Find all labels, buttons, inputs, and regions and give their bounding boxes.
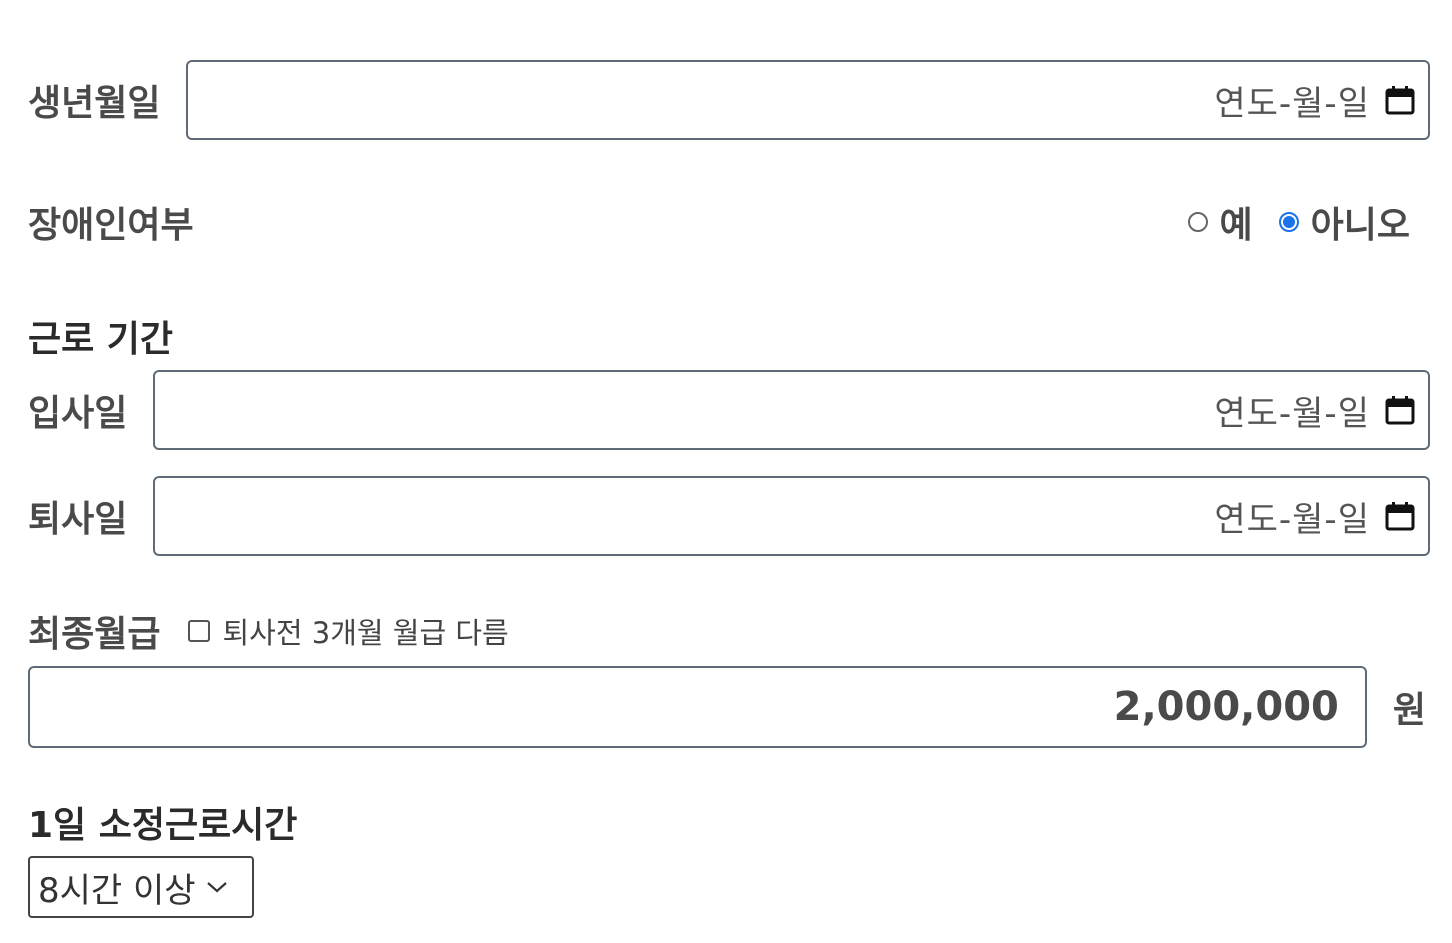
end-date-label: 퇴사일 bbox=[28, 499, 128, 540]
end-date-input[interactable]: 연도-월-일 bbox=[153, 476, 1430, 556]
radio-yes[interactable] bbox=[1187, 212, 1208, 232]
daily-hours-selected: 8시간 이상 bbox=[38, 870, 196, 911]
birth-date-input[interactable]: 연도-월-일 bbox=[186, 60, 1430, 140]
salary-differs-checkbox[interactable] bbox=[188, 620, 211, 642]
start-date-label: 입사일 bbox=[28, 393, 128, 434]
radio-no-label[interactable]: 아니오 bbox=[1311, 196, 1410, 248]
daily-hours-heading: 1일 소정근로시간 bbox=[28, 805, 298, 846]
start-date-placeholder: 연도-월-일 bbox=[1214, 393, 1370, 434]
start-date-row: 입사일 연도-월-일 bbox=[28, 370, 1430, 450]
radio-selected-dot bbox=[1282, 216, 1295, 228]
birth-date-placeholder: 연도-월-일 bbox=[1214, 83, 1370, 124]
salary-input[interactable]: 2,000,000 bbox=[28, 666, 1367, 748]
currency-unit: 원 bbox=[1392, 690, 1426, 731]
start-date-input[interactable]: 연도-월-일 bbox=[153, 370, 1430, 450]
disability-row: 장애인여부 예 아니오 bbox=[28, 190, 1430, 254]
birth-label: 생년월일 bbox=[28, 83, 161, 124]
salary-label: 최종월급 bbox=[28, 614, 161, 655]
chevron-down-icon bbox=[206, 882, 227, 893]
radio-yes-label[interactable]: 예 bbox=[1220, 196, 1253, 248]
birth-row: 생년월일 연도-월-일 bbox=[28, 60, 1430, 140]
disability-label: 장애인여부 bbox=[28, 205, 194, 246]
end-date-row: 퇴사일 연도-월-일 bbox=[28, 476, 1430, 556]
calendar-icon[interactable] bbox=[1384, 500, 1416, 532]
end-date-placeholder: 연도-월-일 bbox=[1214, 499, 1370, 540]
disability-radio-group: 예 아니오 bbox=[1187, 196, 1431, 248]
salary-label-row: 최종월급 퇴사전 3개월 월급 다름 bbox=[28, 604, 1430, 658]
calendar-icon[interactable] bbox=[1384, 394, 1416, 426]
daily-hours-select[interactable]: 8시간 이상 bbox=[28, 856, 254, 918]
calendar-icon[interactable] bbox=[1384, 84, 1416, 116]
radio-no[interactable] bbox=[1278, 212, 1299, 232]
work-period-heading: 근로 기간 bbox=[28, 319, 174, 360]
salary-differs-label[interactable]: 퇴사전 3개월 월급 다름 bbox=[222, 610, 508, 652]
salary-input-row: 2,000,000 원 bbox=[28, 666, 1430, 748]
